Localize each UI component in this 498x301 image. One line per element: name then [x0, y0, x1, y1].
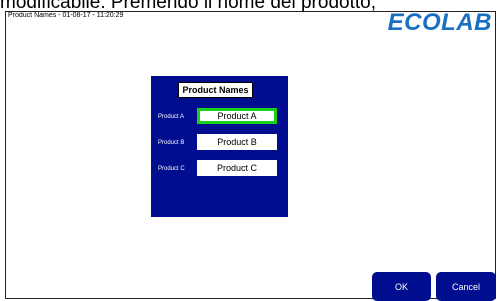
product-names-dialog: Product Names Product A Product A Produc… — [151, 76, 288, 217]
product-b-field[interactable]: Product B — [197, 134, 277, 150]
product-a-field[interactable]: Product A — [197, 108, 277, 124]
ecolab-logo: ECOLAB — [387, 9, 492, 36]
product-c-field[interactable]: Product C — [197, 160, 277, 176]
dialog-title: Product Names — [178, 82, 253, 98]
row-label-product-b: Product B — [158, 140, 185, 146]
header-status: Product Names - 01-08-17 - 11:20:29 — [8, 12, 124, 19]
cancel-button[interactable]: Cancel — [436, 272, 496, 301]
row-label-product-c: Product C — [158, 166, 185, 172]
ok-button[interactable]: OK — [372, 272, 431, 301]
row-label-product-a: Product A — [158, 114, 185, 120]
